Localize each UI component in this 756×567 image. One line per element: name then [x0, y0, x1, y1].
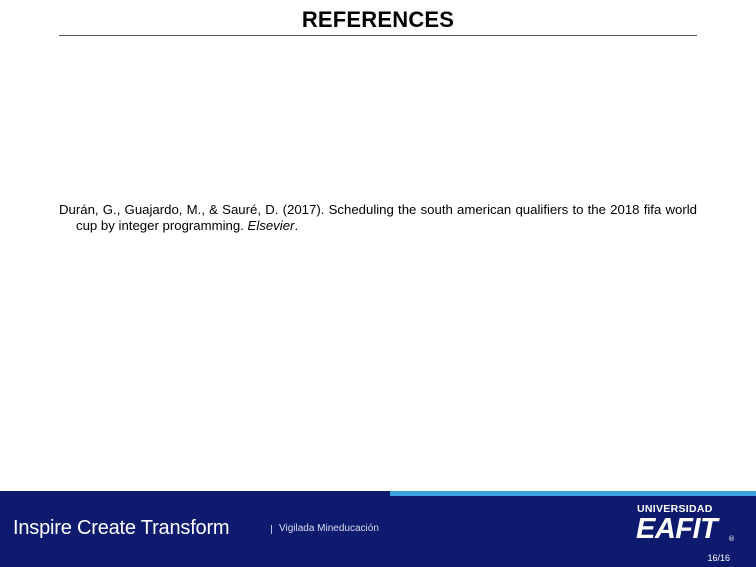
university-logo: UNIVERSIDAD EAFIT ® — [632, 502, 742, 548]
title-divider — [59, 35, 697, 36]
footer-separator — [271, 525, 272, 534]
logo-main-text: EAFIT — [636, 513, 718, 545]
page-number: 16/16 — [707, 553, 730, 563]
slide-title: REFERENCES — [301, 7, 455, 32]
footer-accent-stripe — [390, 491, 756, 496]
reference-citation: Durán, G., Guajardo, M., & Sauré, D. (20… — [59, 202, 697, 233]
registered-mark-icon: ® — [728, 535, 735, 543]
footer-vigilada-text: Vigilada Mineducación — [279, 523, 379, 534]
footer-slogan: Inspire Create Transform — [13, 517, 230, 539]
footer-bar: Inspire Create Transform Vigilada Minedu… — [0, 491, 756, 567]
reference-journal: Elsevier — [247, 218, 295, 233]
reference-entry: Durán, G., Guajardo, M., & Sauré, D. (20… — [59, 202, 697, 234]
reference-end: . — [294, 218, 299, 233]
